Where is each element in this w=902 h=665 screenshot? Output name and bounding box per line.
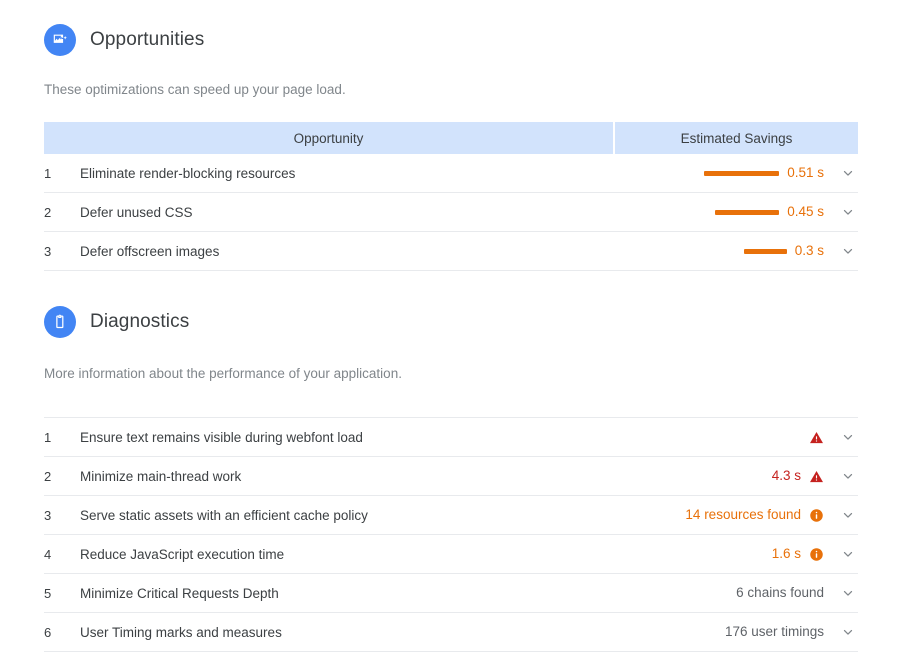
savings-value: 0.3 s	[794, 243, 824, 258]
warning-triangle-icon	[809, 430, 824, 445]
row-status: 4.3 s	[614, 456, 824, 496]
table-row[interactable]: 6 User Timing marks and measures 176 user …	[44, 612, 858, 652]
savings-bar-track	[699, 170, 780, 176]
status-value: 176 user timings	[724, 624, 824, 639]
row-expand-cell[interactable]	[824, 612, 858, 652]
row-savings: 0.45 s	[614, 192, 824, 232]
row-index: 3	[44, 495, 80, 535]
row-index: 2	[44, 456, 80, 496]
clipboard-icon	[44, 306, 76, 338]
diagnostics-table: 1 Ensure text remains visible during webf…	[44, 417, 858, 652]
row-index: 4	[44, 534, 80, 574]
opportunities-table-head: Opportunity Estimated Savings	[44, 122, 858, 154]
chevron-down-icon[interactable]	[838, 202, 858, 222]
table-row[interactable]: 3 Defer offscreen images 0.3 s	[44, 231, 858, 271]
table-row[interactable]: 4 Reduce JavaScript execution time 1.6 s	[44, 534, 858, 574]
savings-value: 0.45 s	[787, 204, 824, 219]
row-title[interactable]: Ensure text remains visible during webfo…	[80, 417, 614, 457]
chevron-down-icon[interactable]	[838, 163, 858, 183]
opportunities-title: Opportunities	[90, 29, 205, 50]
savings-bar	[743, 248, 787, 254]
diagnostics-title: Diagnostics	[90, 311, 190, 332]
image-sparkle-icon	[44, 24, 76, 56]
info-circle-icon	[809, 547, 824, 562]
table-row[interactable]: 1 Eliminate render-blocking resources 0.51…	[44, 154, 858, 193]
column-header-opportunity: Opportunity	[44, 122, 615, 154]
savings-bar	[704, 170, 780, 176]
status-value: 14 resources found	[685, 507, 801, 522]
diagnostics-description: More information about the performance o…	[44, 366, 402, 381]
opportunities-description: These optimizations can speed up your pa…	[44, 82, 346, 97]
opportunities-table-container: Opportunity Estimated Savings 1 Eliminate…	[44, 122, 858, 271]
row-status: 14 resources found	[614, 495, 824, 535]
chevron-down-icon[interactable]	[838, 466, 858, 486]
opportunities-header-row: Opportunity Estimated Savings	[44, 122, 858, 154]
savings-bar-track	[707, 248, 787, 254]
opportunities-header: Opportunities	[44, 24, 858, 56]
row-savings: 0.51 s	[614, 154, 824, 193]
row-index: 3	[44, 231, 80, 271]
table-row[interactable]: 3 Serve static assets with an efficient c…	[44, 495, 858, 535]
opportunities-table-body: 1 Eliminate render-blocking resources 0.51…	[44, 154, 858, 271]
opportunities-section: Opportunities These optimizations can sp…	[0, 0, 902, 271]
row-title[interactable]: Serve static assets with an efficient ca…	[80, 495, 614, 535]
savings-bar-track	[699, 209, 780, 215]
table-row[interactable]: 2 Minimize main-thread work 4.3 s	[44, 456, 858, 496]
info-circle-icon	[809, 508, 824, 523]
row-title[interactable]: User Timing marks and measures	[80, 612, 614, 652]
diagnostics-table-body: 1 Ensure text remains visible during webf…	[44, 417, 858, 652]
row-savings: 0.3 s	[614, 231, 824, 271]
chevron-down-icon[interactable]	[838, 241, 858, 261]
row-expand-cell[interactable]	[824, 417, 858, 457]
chevron-down-icon[interactable]	[838, 622, 858, 642]
row-index: 2	[44, 192, 80, 232]
row-title[interactable]: Minimize main-thread work	[80, 456, 614, 496]
status-value: 6 chains found	[736, 585, 824, 600]
savings-bar	[715, 209, 780, 215]
row-index: 5	[44, 573, 80, 613]
row-status: 6 chains found	[614, 573, 824, 613]
table-row[interactable]: 1 Ensure text remains visible during webf…	[44, 417, 858, 457]
lighthouse-report-page: Opportunities These optimizations can sp…	[0, 0, 902, 665]
row-expand-cell[interactable]	[824, 231, 858, 271]
row-title[interactable]: Defer unused CSS	[80, 192, 614, 232]
row-expand-cell[interactable]	[824, 154, 858, 193]
row-index: 6	[44, 612, 80, 652]
row-title[interactable]: Reduce JavaScript execution time	[80, 534, 614, 574]
row-expand-cell[interactable]	[824, 573, 858, 613]
diagnostics-section: Diagnostics More information about the p…	[0, 271, 902, 652]
table-row[interactable]: 5 Minimize Critical Requests Depth 6 chain…	[44, 573, 858, 613]
status-value: 4.3 s	[771, 468, 801, 483]
diagnostics-table-container: 1 Ensure text remains visible during webf…	[44, 417, 858, 652]
row-index: 1	[44, 154, 80, 193]
chevron-down-icon[interactable]	[838, 505, 858, 525]
row-expand-cell[interactable]	[824, 456, 858, 496]
row-expand-cell[interactable]	[824, 534, 858, 574]
savings-value: 0.51 s	[787, 165, 824, 180]
row-title[interactable]: Defer offscreen images	[80, 231, 614, 271]
row-expand-cell[interactable]	[824, 192, 858, 232]
row-expand-cell[interactable]	[824, 495, 858, 535]
table-row[interactable]: 2 Defer unused CSS 0.45 s	[44, 192, 858, 232]
chevron-down-icon[interactable]	[838, 427, 858, 447]
chevron-down-icon[interactable]	[838, 583, 858, 603]
row-title[interactable]: Minimize Critical Requests Depth	[80, 573, 614, 613]
status-value: 1.6 s	[771, 546, 801, 561]
row-status: 176 user timings	[614, 612, 824, 652]
row-index: 1	[44, 417, 80, 457]
warning-triangle-icon	[809, 469, 824, 484]
row-status	[614, 417, 824, 457]
column-header-estimated-savings: Estimated Savings	[614, 122, 858, 154]
opportunities-table: Opportunity Estimated Savings 1 Eliminate…	[44, 122, 858, 271]
row-status: 1.6 s	[614, 534, 824, 574]
row-title[interactable]: Eliminate render-blocking resources	[80, 154, 614, 193]
diagnostics-header: Diagnostics	[44, 306, 858, 338]
chevron-down-icon[interactable]	[838, 544, 858, 564]
